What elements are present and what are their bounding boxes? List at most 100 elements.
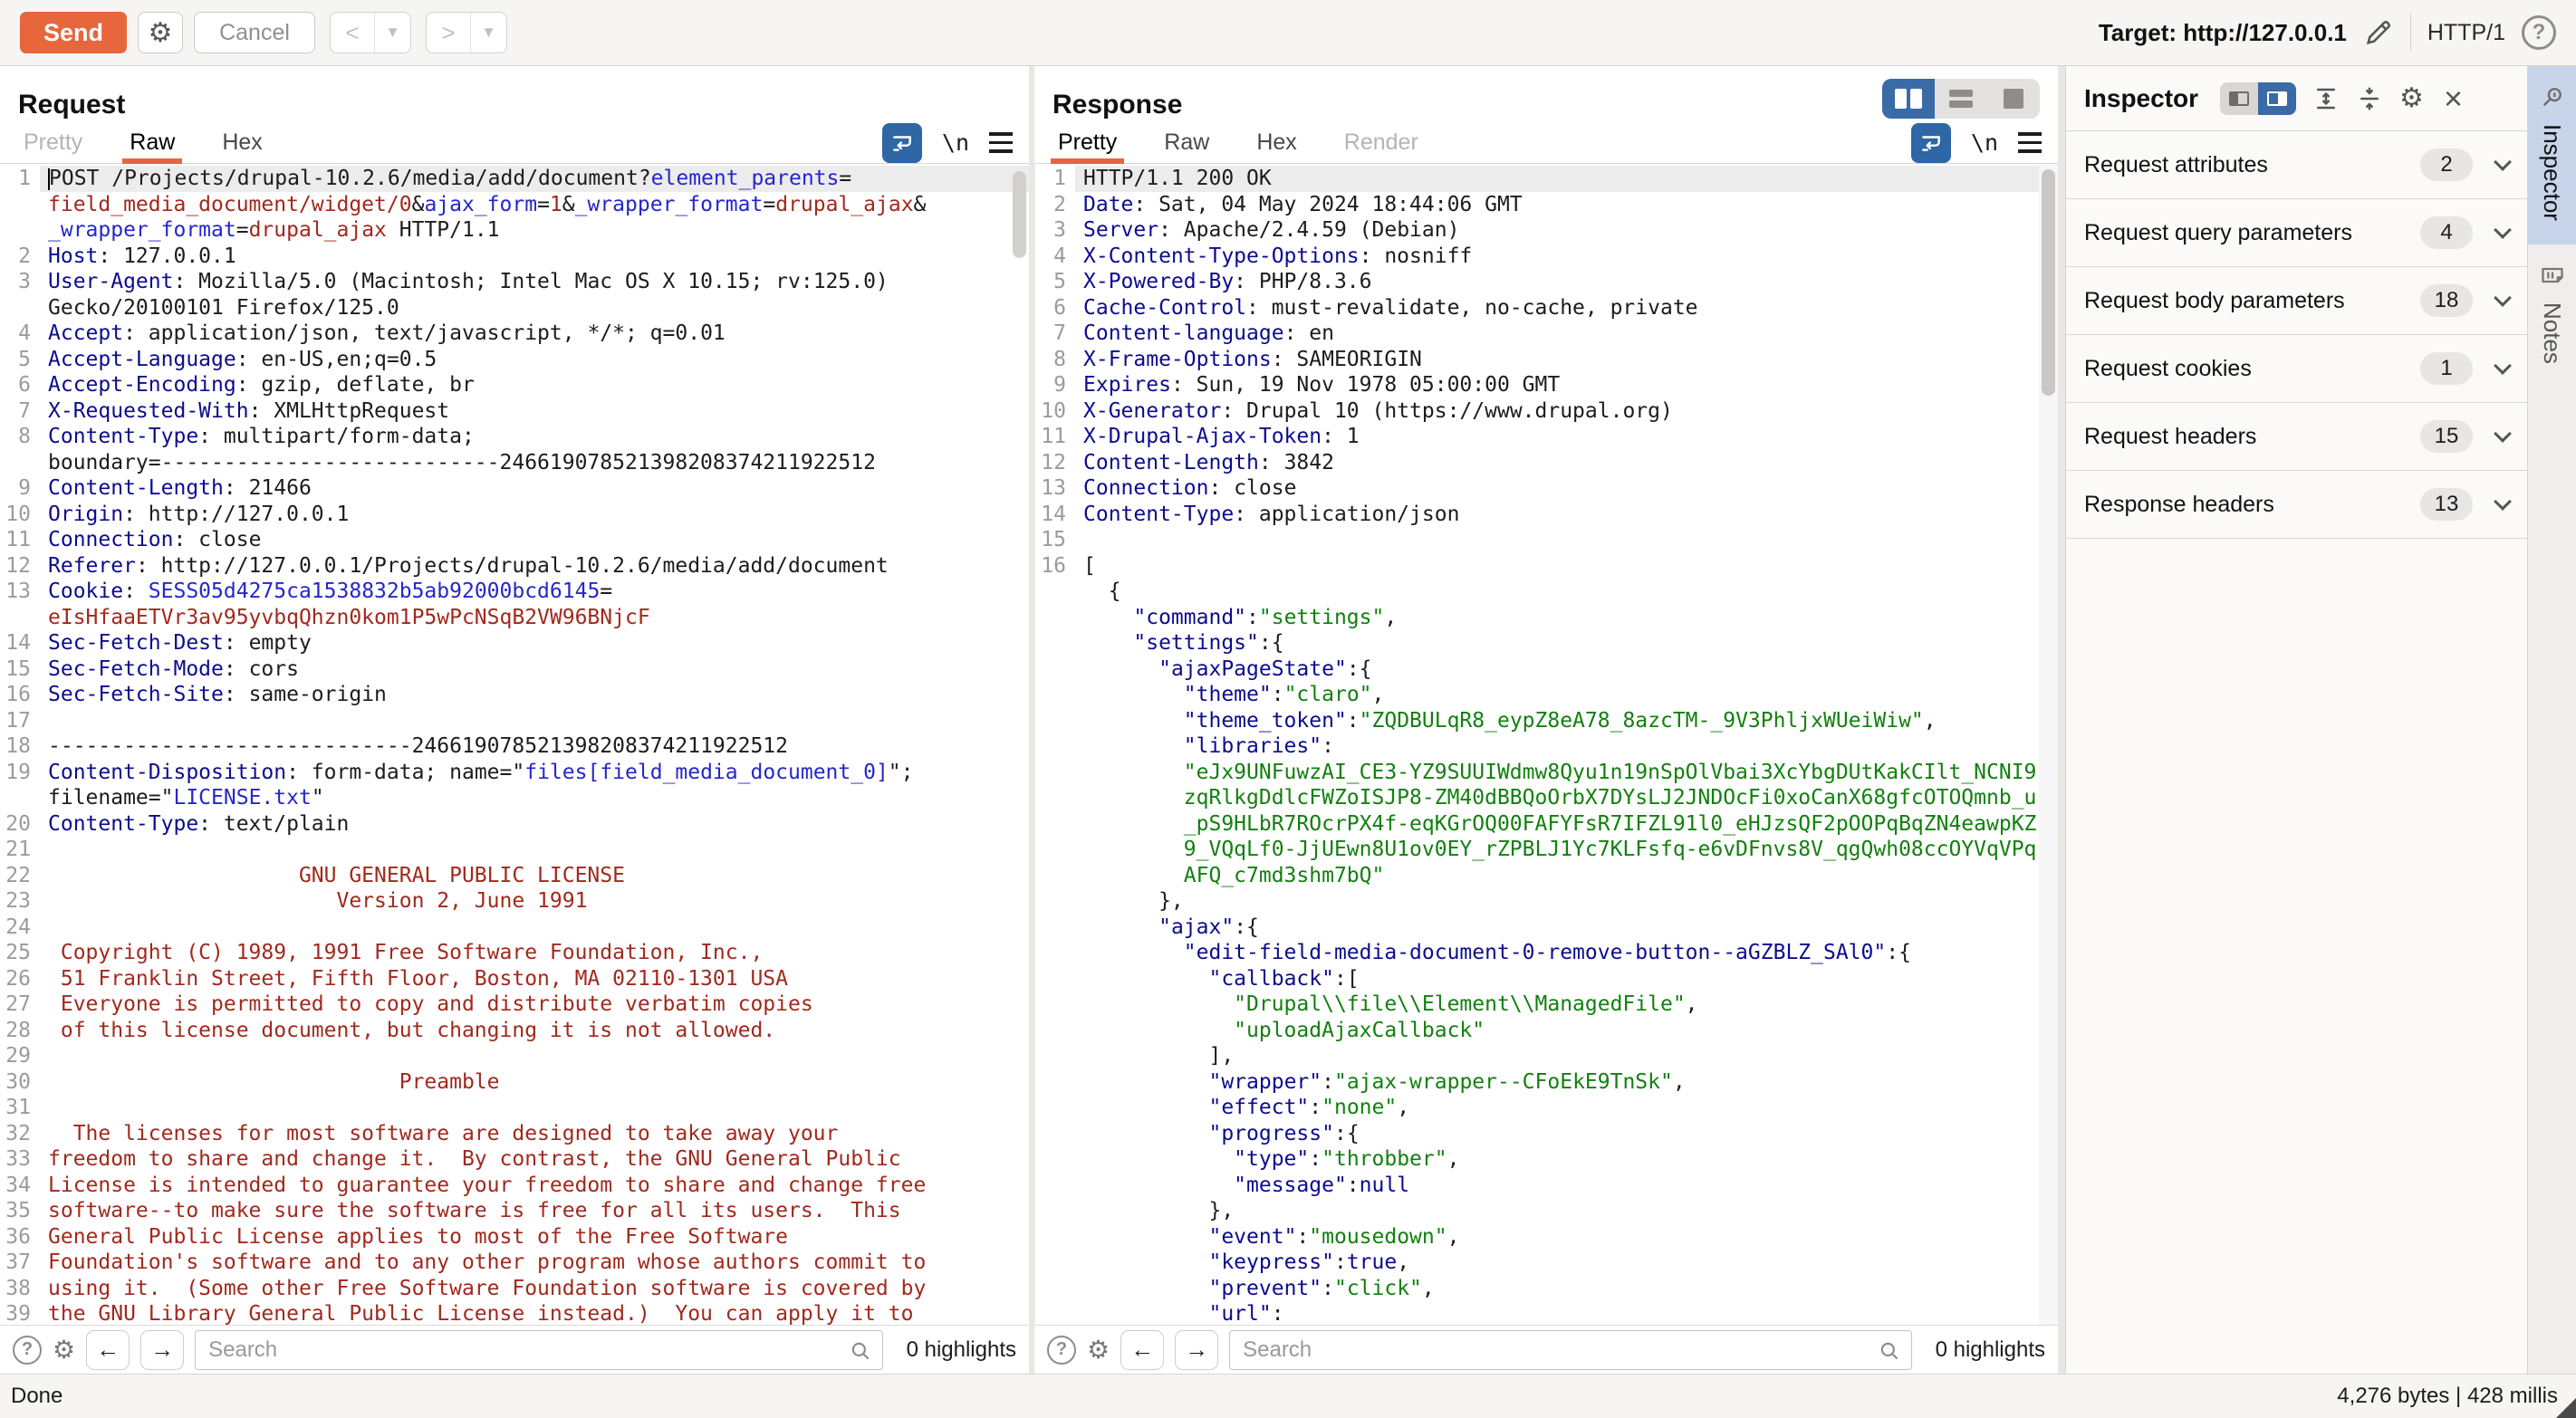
chevron-down-icon[interactable] — [2494, 493, 2512, 511]
code-line[interactable]: 28 of this license document, but changin… — [0, 1018, 1029, 1044]
cancel-button[interactable]: Cancel — [194, 12, 315, 53]
chevron-down-icon[interactable] — [2494, 425, 2512, 443]
code-line[interactable]: 8Content-Type: multipart/form-data; — [0, 424, 1029, 450]
code-line[interactable]: 38using it. (Some other Free Software Fo… — [0, 1276, 1029, 1302]
code-line[interactable]: 15 — [1035, 527, 2058, 553]
search-settings-gear-icon[interactable]: ⚙ — [53, 1335, 75, 1365]
code-line[interactable]: 5Accept-Language: en-US,en;q=0.5 — [0, 347, 1029, 373]
tab-pretty[interactable]: Pretty — [16, 122, 90, 163]
code-line[interactable]: 17 — [0, 708, 1029, 734]
code-line[interactable]: 18-----------------------------246619078… — [0, 733, 1029, 760]
code-line[interactable]: filename="LICENSE.txt" — [0, 785, 1029, 811]
code-line[interactable]: field_media_document/widget/0&ajax_form=… — [0, 192, 1029, 218]
code-line[interactable]: "callback":[ — [1035, 966, 2058, 992]
tab-hex[interactable]: Hex — [1249, 122, 1303, 163]
code-line[interactable]: 16[ — [1035, 553, 2058, 580]
request-search-input[interactable] — [195, 1330, 882, 1370]
code-line[interactable]: 39the GNU Library General Public License… — [0, 1301, 1029, 1325]
code-line[interactable]: "ajax":{ — [1035, 915, 2058, 941]
search-prev-button[interactable]: ← — [1120, 1330, 1164, 1370]
code-line[interactable]: }, — [1035, 1198, 2058, 1224]
code-line[interactable]: 9_VQqLf0-JjUEwn8U1ov0EY_rZPBLJ1Yc7KLFsfq… — [1035, 837, 2058, 863]
inspector-section-request-cookies[interactable]: Request cookies1 — [2066, 335, 2527, 403]
request-editor[interactable]: 1POST /Projects/drupal-10.2.6/media/add/… — [0, 164, 1029, 1325]
code-line[interactable]: zqRlkgDdlcFWZoISJP8-ZM40dBBQoOrbX7DYsLJ2… — [1035, 785, 2058, 811]
search-settings-gear-icon[interactable]: ⚙ — [1087, 1335, 1110, 1365]
code-line[interactable]: 33freedom to share and change it. By con… — [0, 1146, 1029, 1173]
chevron-down-icon[interactable] — [2494, 221, 2512, 239]
code-line[interactable]: 10X-Generator: Drupal 10 (https://www.dr… — [1035, 398, 2058, 425]
code-line[interactable]: AFQ_c7md3shm7bQ" — [1035, 863, 2058, 889]
code-line[interactable]: 6Accept-Encoding: gzip, deflate, br — [0, 372, 1029, 398]
code-line[interactable]: 8X-Frame-Options: SAMEORIGIN — [1035, 347, 2058, 373]
code-line[interactable]: "theme_token":"ZQDBULqR8_eypZ8eA78_8azcT… — [1035, 708, 2058, 734]
prev-dropdown-icon[interactable]: ▼ — [374, 13, 410, 53]
code-line[interactable]: "message":null — [1035, 1173, 2058, 1199]
code-line[interactable]: { — [1035, 579, 2058, 605]
tab-render[interactable]: Render — [1337, 122, 1426, 163]
inspector-section-request-body-parameters[interactable]: Request body parameters18 — [2066, 267, 2527, 335]
code-line[interactable]: 14Content-Type: application/json — [1035, 502, 2058, 528]
code-line[interactable]: "prevent":"click", — [1035, 1276, 2058, 1302]
edit-target-pencil-icon[interactable] — [2363, 17, 2394, 48]
layout-rows-button[interactable] — [1935, 79, 1987, 119]
code-line[interactable]: 25 Copyright (C) 1989, 1991 Free Softwar… — [0, 940, 1029, 966]
code-line[interactable]: "effect":"none", — [1035, 1095, 2058, 1121]
code-line[interactable]: "edit-field-media-document-0-remove-butt… — [1035, 940, 2058, 966]
search-help-icon[interactable]: ? — [1047, 1336, 1076, 1365]
show-newlines-icon[interactable]: \n — [1971, 129, 1998, 156]
code-line[interactable]: "eJx9UNFuwzAI_CE3-YZ9SUUIWdmw8Qyu1n19nSp… — [1035, 760, 2058, 786]
search-prev-button[interactable]: ← — [86, 1330, 130, 1370]
inspector-pane-right-button[interactable] — [2258, 82, 2296, 115]
code-line[interactable]: _wrapper_format=drupal_ajax HTTP/1.1 — [0, 217, 1029, 244]
code-line[interactable]: "Drupal\\file\\Element\\ManagedFile", — [1035, 992, 2058, 1018]
code-line[interactable]: 22 GNU GENERAL PUBLIC LICENSE — [0, 863, 1029, 889]
code-line[interactable]: 3Server: Apache/2.4.59 (Debian) — [1035, 217, 2058, 244]
code-line[interactable]: "event":"mousedown", — [1035, 1224, 2058, 1250]
layout-columns-button[interactable] — [1882, 79, 1935, 119]
code-line[interactable]: "uploadAjaxCallback" — [1035, 1018, 2058, 1044]
code-line[interactable]: 30 Preamble — [0, 1069, 1029, 1096]
code-line[interactable]: "settings":{ — [1035, 630, 2058, 656]
code-line[interactable]: 1HTTP/1.1 200 OK — [1035, 166, 2058, 192]
code-line[interactable]: 36General Public License applies to most… — [0, 1224, 1029, 1250]
show-newlines-icon[interactable]: \n — [942, 129, 969, 156]
code-line[interactable]: 29 — [0, 1043, 1029, 1069]
code-line[interactable]: 16Sec-Fetch-Site: same-origin — [0, 682, 1029, 708]
help-icon[interactable]: ? — [2522, 15, 2556, 50]
inspector-close-icon[interactable]: × — [2444, 82, 2463, 115]
code-line[interactable]: 3User-Agent: Mozilla/5.0 (Macintosh; Int… — [0, 269, 1029, 295]
code-line[interactable]: "type":"throbber", — [1035, 1146, 2058, 1173]
tab-pretty[interactable]: Pretty — [1051, 122, 1124, 163]
inspector-pane-left-button[interactable] — [2220, 82, 2258, 115]
tab-raw[interactable]: Raw — [122, 122, 182, 163]
code-line[interactable]: 23 Version 2, June 1991 — [0, 888, 1029, 915]
code-line[interactable]: "ajaxPageState":{ — [1035, 656, 2058, 683]
code-line[interactable]: 9Expires: Sun, 19 Nov 1978 05:00:00 GMT — [1035, 372, 2058, 398]
search-next-button[interactable]: → — [140, 1330, 184, 1370]
code-line[interactable]: 34License is intended to guarantee your … — [0, 1173, 1029, 1199]
code-line[interactable]: boundary=---------------------------2466… — [0, 450, 1029, 476]
code-line[interactable]: "wrapper":"ajax-wrapper--CFoEkE9TnSk", — [1035, 1069, 2058, 1096]
response-scrollbar[interactable] — [2042, 169, 2055, 396]
code-line[interactable]: "libraries": — [1035, 733, 2058, 760]
code-line[interactable]: 27 Everyone is permitted to copy and dis… — [0, 992, 1029, 1018]
next-arrow-icon[interactable]: > — [427, 13, 470, 53]
tab-notes[interactable]: Notes — [2528, 244, 2576, 388]
code-line[interactable]: 14Sec-Fetch-Dest: empty — [0, 630, 1029, 656]
code-line[interactable]: ], — [1035, 1043, 2058, 1069]
send-button[interactable]: Send — [20, 12, 127, 53]
search-next-button[interactable]: → — [1175, 1330, 1218, 1370]
code-line[interactable]: "theme":"claro", — [1035, 682, 2058, 708]
code-line[interactable]: _pS9HLbR7ROcrPX4f-eqKGrOQ00FAFYFsR7IFZL9… — [1035, 811, 2058, 838]
code-line[interactable]: 1POST /Projects/drupal-10.2.6/media/add/… — [0, 166, 1029, 192]
inspector-section-request-attributes[interactable]: Request attributes2 — [2066, 131, 2527, 199]
http-version-selector[interactable]: HTTP/1 — [2427, 20, 2505, 46]
response-editor[interactable]: 1HTTP/1.1 200 OK2Date: Sat, 04 May 2024 … — [1034, 164, 2058, 1325]
response-search-input[interactable] — [1229, 1330, 1911, 1370]
code-line[interactable]: 9Content-Length: 21466 — [0, 475, 1029, 502]
code-line[interactable]: 37Foundation's software and to any other… — [0, 1250, 1029, 1276]
code-line[interactable]: 7X-Requested-With: XMLHttpRequest — [0, 398, 1029, 425]
code-line[interactable]: "keypress":true, — [1035, 1250, 2058, 1276]
code-line[interactable]: 26 51 Franklin Street, Fifth Floor, Bost… — [0, 966, 1029, 992]
